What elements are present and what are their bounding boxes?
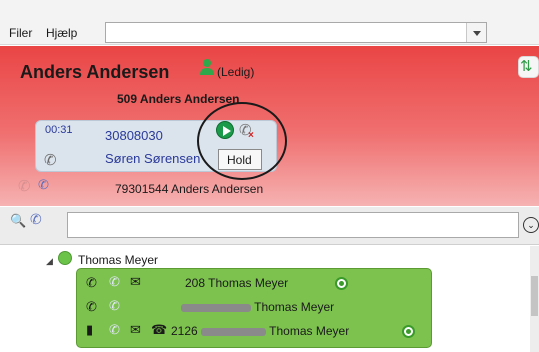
extension-label: 2126 Thomas Meyer bbox=[171, 324, 349, 338]
collapse-arrow-icon[interactable]: ◢ bbox=[46, 256, 53, 267]
user-status-text: (Ledig) bbox=[217, 65, 255, 79]
extension-title: 509 Anders Andersen bbox=[117, 92, 240, 106]
held-handset-icon: ✆ bbox=[18, 178, 31, 195]
held-call-text[interactable]: 79301544 Anders Andersen bbox=[115, 182, 263, 196]
user-status-icon bbox=[200, 59, 214, 75]
menu-file[interactable]: Filer bbox=[9, 26, 32, 40]
phone-icon: ✆ bbox=[109, 298, 120, 313]
call-duration: 00:31 bbox=[45, 124, 73, 136]
address-combobox[interactable] bbox=[105, 22, 487, 43]
menu-help[interactable]: Hjælp bbox=[46, 26, 77, 40]
call-icon[interactable]: ✆ bbox=[86, 299, 97, 315]
presence-available-icon bbox=[58, 251, 72, 265]
mail-icon[interactable]: ✉ bbox=[130, 274, 141, 290]
extension-row[interactable]: ▮ ✆ ✉ ☎ 2126 Thomas Meyer bbox=[77, 320, 433, 342]
extension-name: Thomas Meyer bbox=[254, 300, 335, 314]
phone-icon: ✆ bbox=[109, 274, 120, 289]
available-status-icon bbox=[335, 277, 348, 290]
redacted-block bbox=[201, 327, 267, 336]
handset-icon: ✆ bbox=[44, 152, 57, 169]
held-phone-icon: ✆ bbox=[38, 177, 49, 192]
call-icon[interactable]: ✆ bbox=[86, 275, 97, 291]
extension-label: 208 Thomas Meyer bbox=[185, 276, 289, 290]
menu-bar: Filer Hjælp bbox=[0, 0, 539, 45]
extension-label: Thomas Meyer bbox=[181, 300, 334, 314]
mobile-icon: ▮ bbox=[86, 322, 94, 337]
search-phone-icon[interactable]: ✆ bbox=[30, 211, 42, 228]
available-status-icon bbox=[402, 325, 415, 338]
extension-prefix: 2126 bbox=[171, 324, 198, 338]
extension-name: Thomas Meyer bbox=[269, 324, 350, 338]
contact-group-name[interactable]: Thomas Meyer bbox=[78, 253, 158, 267]
search-icon: 🔍 bbox=[10, 213, 27, 228]
call-contact-name: Søren Sørensen bbox=[105, 151, 201, 166]
highlight-circle bbox=[197, 102, 287, 180]
search-options-icon[interactable]: ⌄ bbox=[523, 217, 539, 233]
user-name: Anders Andersen bbox=[20, 62, 170, 82]
extension-row[interactable]: ✆ ✆ ✉ 208 Thomas Meyer bbox=[77, 272, 433, 294]
search-input[interactable] bbox=[67, 212, 519, 238]
contact-extensions-card: ✆ ✆ ✉ 208 Thomas Meyer ✆ ✆ Thomas Meyer … bbox=[76, 268, 432, 348]
call-number: 30808030 bbox=[105, 128, 163, 143]
scroll-thumb[interactable] bbox=[531, 276, 538, 316]
combobox-dropdown-button[interactable] bbox=[466, 23, 486, 42]
redacted-block bbox=[181, 303, 251, 312]
phone-icon: ✆ bbox=[109, 322, 120, 337]
sync-icon[interactable]: ⇅ bbox=[518, 56, 539, 78]
mail-icon[interactable]: ✉ bbox=[130, 322, 141, 338]
extension-row[interactable]: ✆ ✆ Thomas Meyer bbox=[77, 296, 433, 318]
desk-phone-icon: ☎ bbox=[151, 322, 168, 337]
